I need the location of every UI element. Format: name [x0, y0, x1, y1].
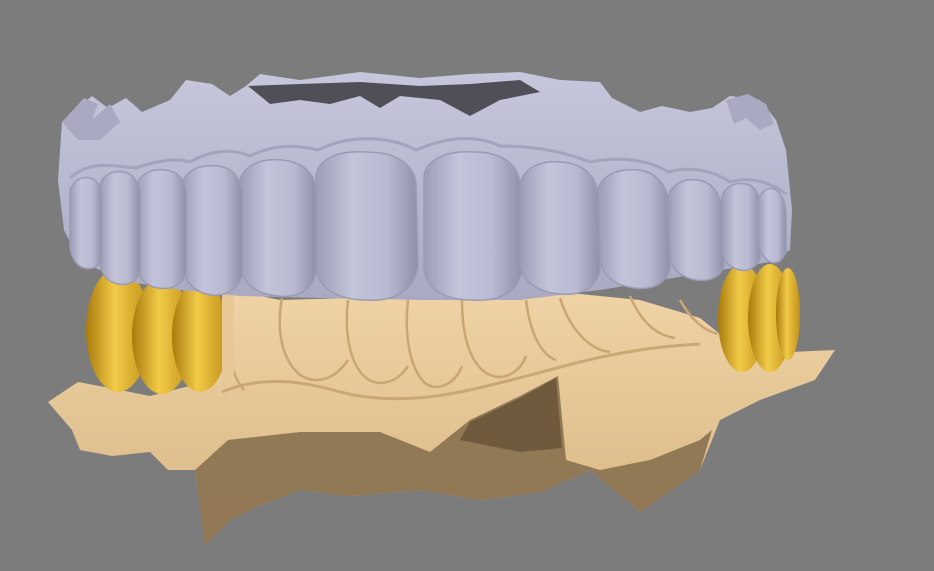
crown-right-3: [776, 268, 800, 360]
crown-left-3: [172, 280, 228, 392]
3d-viewport[interactable]: [0, 0, 934, 571]
right-bridge-crowns[interactable]: [718, 264, 800, 372]
upper-arch[interactable]: [58, 72, 792, 302]
dental-scan-model[interactable]: [0, 0, 934, 571]
